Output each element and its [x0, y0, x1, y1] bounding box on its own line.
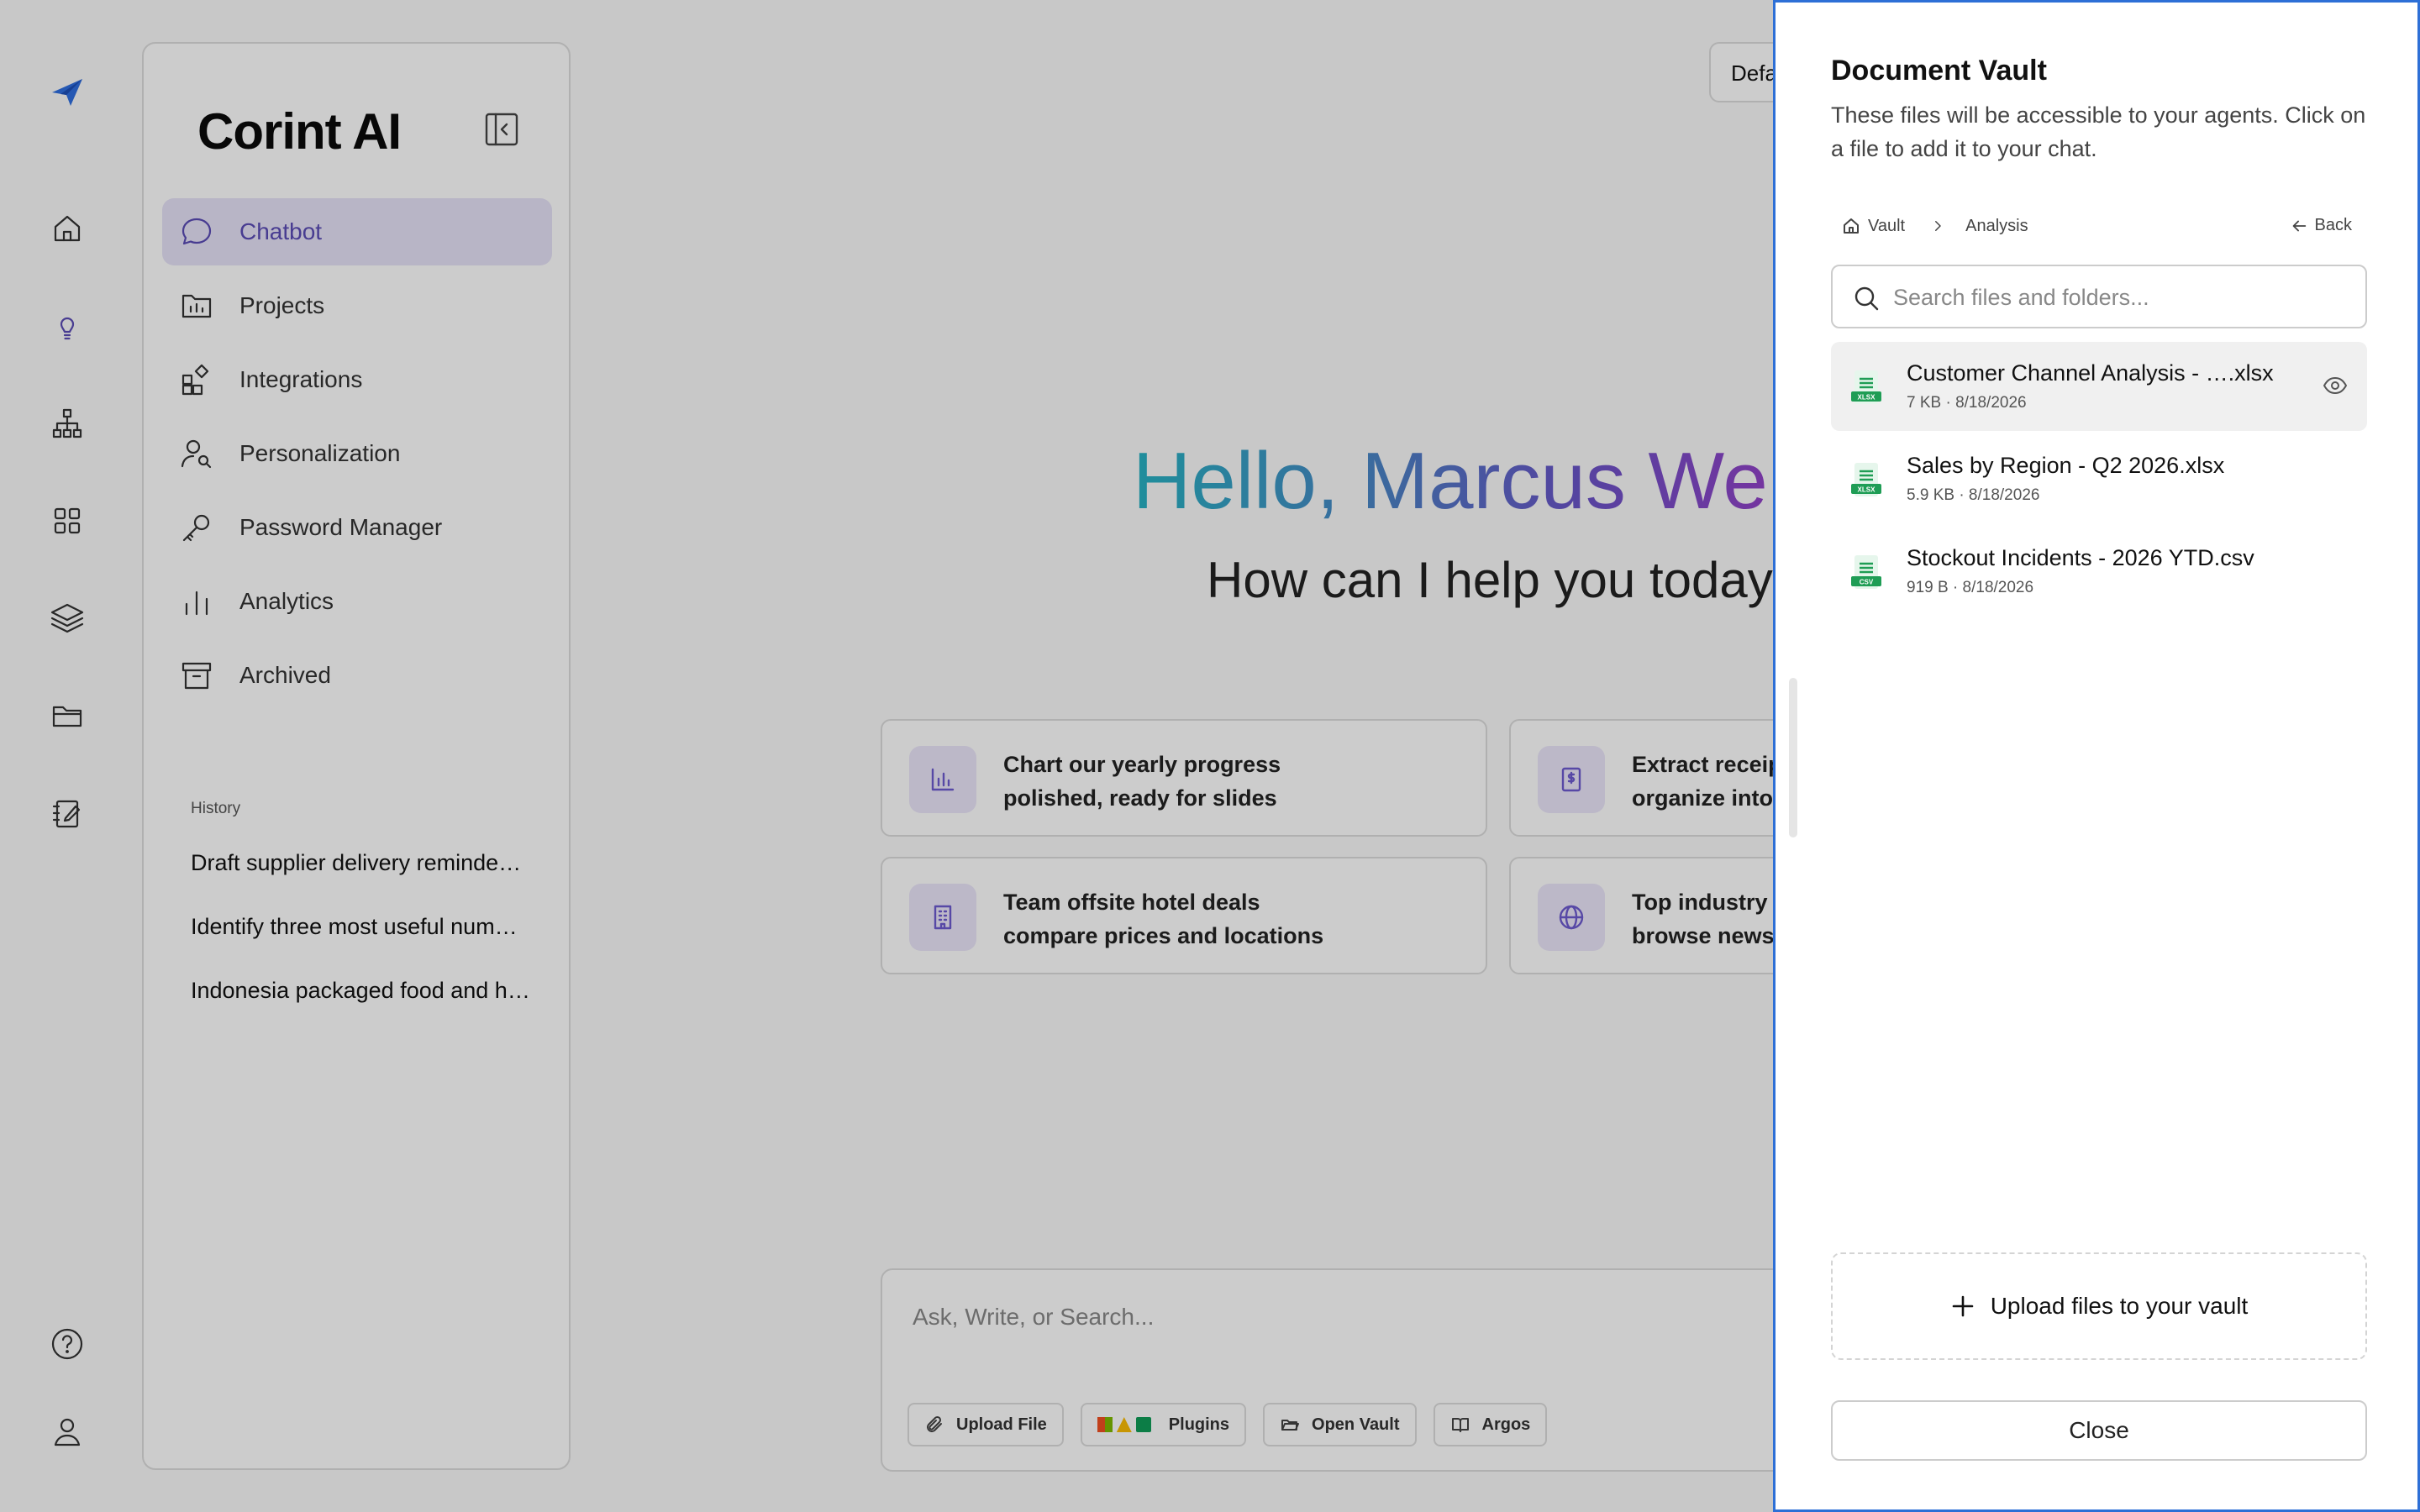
back-label: Back	[2314, 216, 2352, 234]
preview-button[interactable]	[2322, 372, 2349, 399]
svg-text:XLSX: XLSX	[1858, 394, 1876, 402]
file-meta: 919 B · 8/18/2026	[1907, 579, 2034, 596]
search-icon	[1854, 286, 1879, 311]
scrollbar[interactable]	[1789, 678, 1797, 837]
vault-title: Document Vault	[1831, 55, 2047, 87]
file-row[interactable]: XLSX Customer Channel Analysis - ….xlsx …	[1831, 342, 2367, 431]
file-name: Customer Channel Analysis - ….xlsx	[1907, 360, 2274, 386]
arrow-left-icon	[2292, 220, 2306, 231]
close-button[interactable]: Close	[1831, 1400, 2367, 1461]
file-list: XLSX Customer Channel Analysis - ….xlsx …	[1831, 342, 2367, 619]
file-meta: 7 KB · 8/18/2026	[1907, 394, 2027, 412]
xlsx-file-icon: XLSX	[1851, 463, 1881, 496]
eye-icon	[2323, 377, 2347, 394]
upload-to-vault-label: Upload files to your vault	[1990, 1293, 2249, 1319]
csv-file-icon: CSV	[1851, 555, 1881, 589]
file-name: Stockout Incidents - 2026 YTD.csv	[1907, 545, 2254, 570]
svg-text:CSV: CSV	[1860, 579, 1874, 586]
file-row[interactable]: CSV Stockout Incidents - 2026 YTD.csv 91…	[1831, 527, 2367, 616]
chevron-right-icon	[1935, 221, 1941, 231]
back-button[interactable]: Back	[2290, 216, 2352, 235]
document-vault-panel: Document Vault These files will be acces…	[1773, 0, 2420, 1512]
breadcrumb-current: Analysis	[1965, 216, 2028, 235]
breadcrumb: Vault Analysis	[1841, 216, 2028, 236]
vault-search-input[interactable]	[1893, 278, 2347, 317]
file-row[interactable]: XLSX Sales by Region - Q2 2026.xlsx 5.9 …	[1831, 434, 2367, 523]
vault-description: These files will be accessible to your a…	[1831, 102, 2366, 161]
xlsx-file-icon: XLSX	[1851, 370, 1881, 404]
upload-to-vault-button[interactable]: Upload files to your vault	[1831, 1252, 2367, 1360]
breadcrumb-vault[interactable]: Vault	[1868, 217, 1905, 236]
file-name: Sales by Region - Q2 2026.xlsx	[1907, 453, 2225, 478]
vault-search	[1831, 265, 2367, 328]
plus-icon	[1952, 1295, 1973, 1317]
svg-text:XLSX: XLSX	[1858, 486, 1876, 494]
file-meta: 5.9 KB · 8/18/2026	[1907, 486, 2040, 504]
home-icon	[1844, 218, 1859, 234]
